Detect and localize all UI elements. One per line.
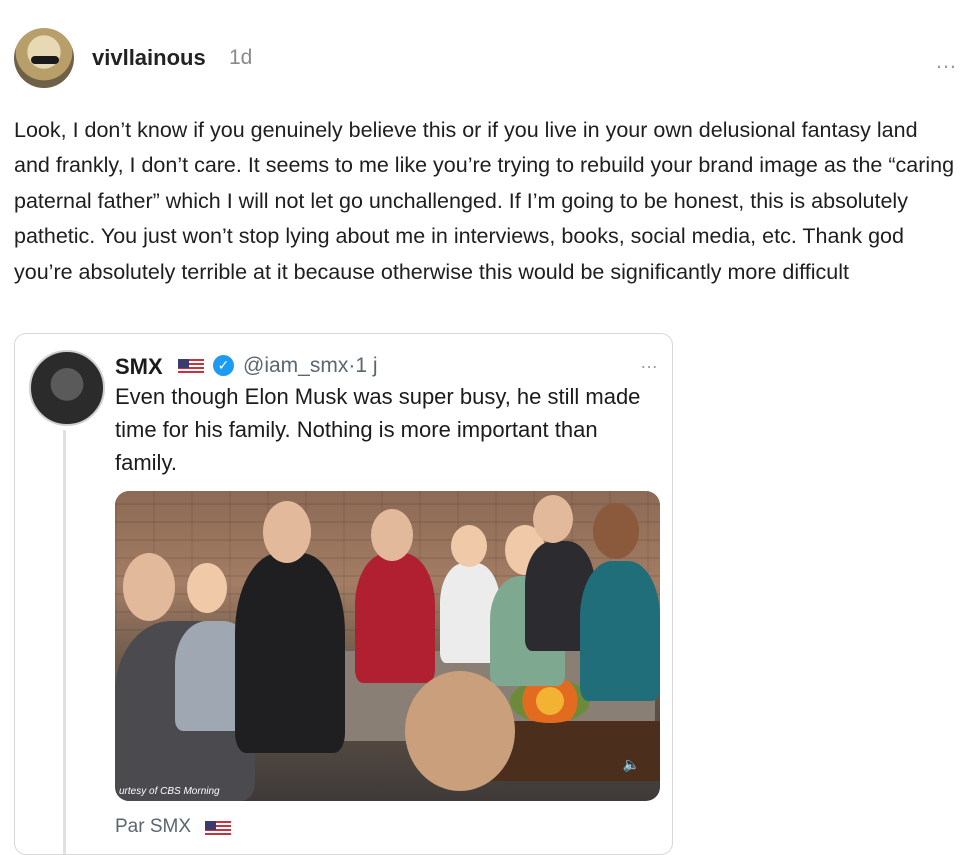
post-body-text: Look, I don’t know if you genuinely beli… [14,118,955,284]
sunglasses-graphic [31,56,59,64]
us-flag-icon [178,359,204,375]
verified-badge-icon: ✓ [213,355,234,376]
tweet-more-options-icon[interactable]: … [640,352,658,373]
post-time: 1d [229,46,253,69]
username[interactable]: vivllainous [92,45,206,71]
child-foreground-head [405,671,515,791]
tweet-media-image[interactable]: urtesy of CBS Morning 🔈 [115,491,660,801]
person-head [371,509,413,561]
person-dark-jacket [235,553,345,753]
media-caption: urtesy of CBS Morning [119,786,220,797]
tweet-text: Even though Elon Musk was super busy, he… [115,384,641,475]
tweet-footer: Par SMX [115,816,192,837]
person-head [533,495,573,543]
post-header: vivllainous 1d … [14,28,960,90]
person-head [593,503,639,559]
person-teal-dress [580,561,660,701]
person-head [263,501,311,563]
person-head [123,553,175,621]
sound-toggle-icon[interactable]: 🔈 [623,756,640,773]
us-flag-icon [205,821,231,837]
more-options-icon[interactable]: … [935,48,958,74]
tweet-author-avatar[interactable] [29,350,105,426]
embedded-tweet[interactable]: SMX ✓ @iam_smx·1 j … Even though Elon Mu… [14,333,673,855]
child-head [187,563,227,613]
thread-line [63,430,66,854]
child-head [451,525,487,567]
tweet-handle-time[interactable]: @iam_smx·1 j [243,354,378,378]
user-avatar[interactable] [14,28,74,88]
person-red-top [355,553,435,683]
tweet-author-name[interactable]: SMX [115,354,163,380]
